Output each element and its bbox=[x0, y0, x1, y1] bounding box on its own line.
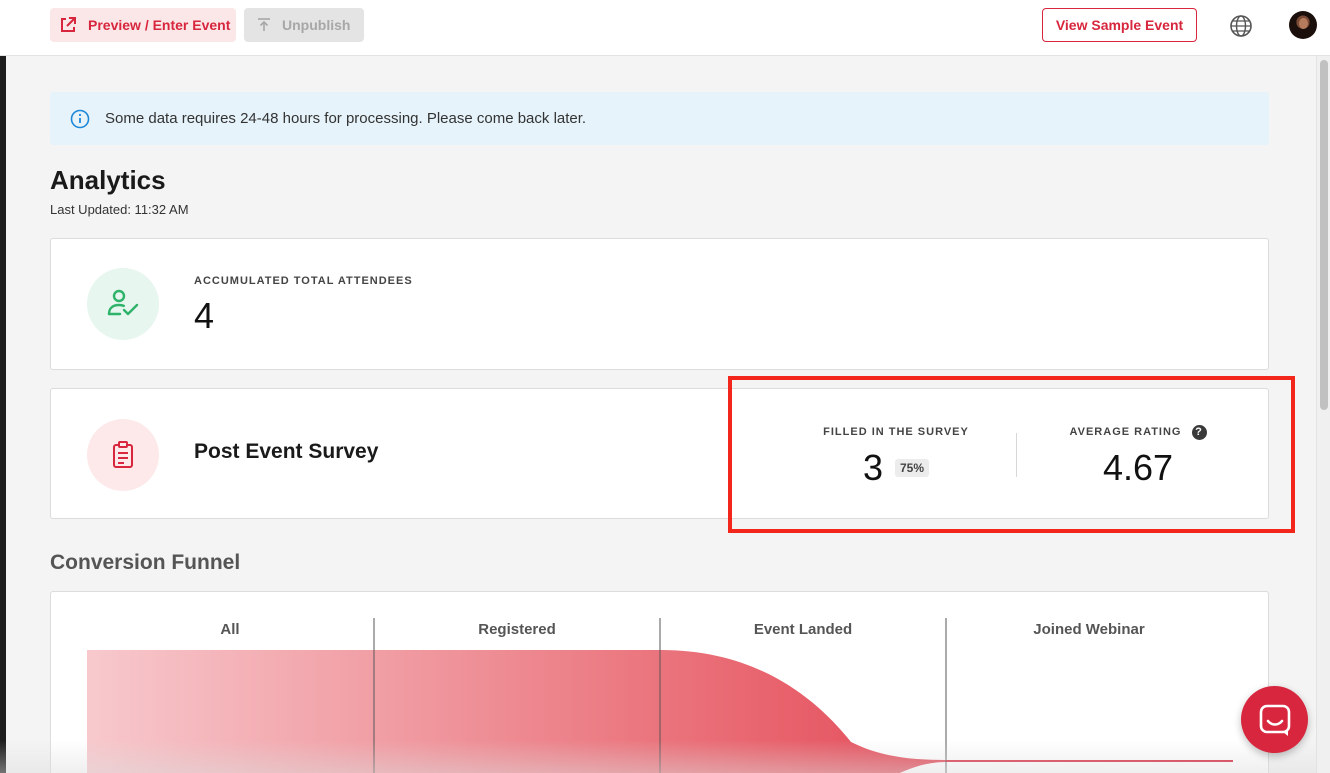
unpublish-button[interactable]: Unpublish bbox=[244, 8, 364, 42]
info-icon bbox=[69, 108, 91, 130]
funnel-stage-label: Registered bbox=[478, 621, 556, 638]
stat-divider bbox=[1016, 433, 1017, 477]
external-link-icon bbox=[56, 13, 80, 37]
attendees-card: ACCUMULATED TOTAL ATTENDEES 4 bbox=[50, 238, 1269, 370]
chat-icon bbox=[1259, 704, 1290, 736]
chat-button[interactable] bbox=[1241, 686, 1308, 753]
info-banner: Some data requires 24-48 hours for proce… bbox=[50, 92, 1269, 145]
banner-text: Some data requires 24-48 hours for proce… bbox=[105, 110, 587, 127]
globe-icon[interactable] bbox=[1228, 13, 1254, 39]
unpublish-label: Unpublish bbox=[282, 17, 351, 33]
top-toolbar: Preview / Enter Event Unpublish View Sam… bbox=[0, 0, 1330, 56]
last-updated-text: Last Updated: 11:32 AM bbox=[50, 202, 189, 217]
average-rating-label-text: AVERAGE RATING bbox=[1069, 426, 1182, 438]
filled-survey-label-text: FILLED IN THE SURVEY bbox=[823, 426, 969, 438]
filled-survey-percent-badge: 75% bbox=[895, 459, 930, 477]
survey-title: Post Event Survey bbox=[194, 440, 379, 463]
funnel-chart bbox=[87, 618, 1233, 773]
page-title: Analytics bbox=[50, 165, 166, 195]
preview-enter-event-button[interactable]: Preview / Enter Event bbox=[50, 8, 236, 42]
window-edge bbox=[0, 56, 6, 773]
user-avatar[interactable] bbox=[1289, 11, 1317, 39]
attendees-label: ACCUMULATED TOTAL ATTENDEES bbox=[194, 275, 413, 287]
filled-survey-label: FILLED IN THE SURVEY bbox=[821, 425, 971, 439]
scrollbar-thumb[interactable] bbox=[1320, 60, 1328, 410]
survey-card: Post Event Survey FILLED IN THE SURVEY 3… bbox=[50, 388, 1269, 519]
funnel-stage-label: Event Landed bbox=[753, 621, 853, 638]
help-icon[interactable]: ? bbox=[1191, 424, 1207, 440]
funnel-stage-label: Joined Webinar bbox=[1033, 621, 1145, 638]
funnel-stage-label: All bbox=[220, 621, 240, 638]
average-rating-value: 4.67 bbox=[1102, 447, 1174, 488]
view-sample-event-button[interactable]: View Sample Event bbox=[1042, 8, 1197, 42]
conversion-funnel-card: All Registered Event Landed Joined Webin… bbox=[50, 591, 1269, 773]
conversion-funnel-title: Conversion Funnel bbox=[50, 551, 241, 574]
filled-survey-stat: FILLED IN THE SURVEY 3 75% bbox=[821, 425, 971, 489]
clipboard-icon bbox=[87, 419, 159, 491]
average-rating-stat: AVERAGE RATING ? 4.67 bbox=[1063, 424, 1213, 489]
filled-survey-value: 3 bbox=[862, 447, 883, 488]
user-check-icon bbox=[87, 268, 159, 340]
average-rating-label: AVERAGE RATING ? bbox=[1063, 424, 1213, 440]
upload-icon bbox=[254, 15, 274, 35]
scrollbar[interactable] bbox=[1316, 56, 1330, 773]
attendees-value: 4 bbox=[194, 295, 215, 336]
preview-label: Preview / Enter Event bbox=[88, 17, 231, 33]
